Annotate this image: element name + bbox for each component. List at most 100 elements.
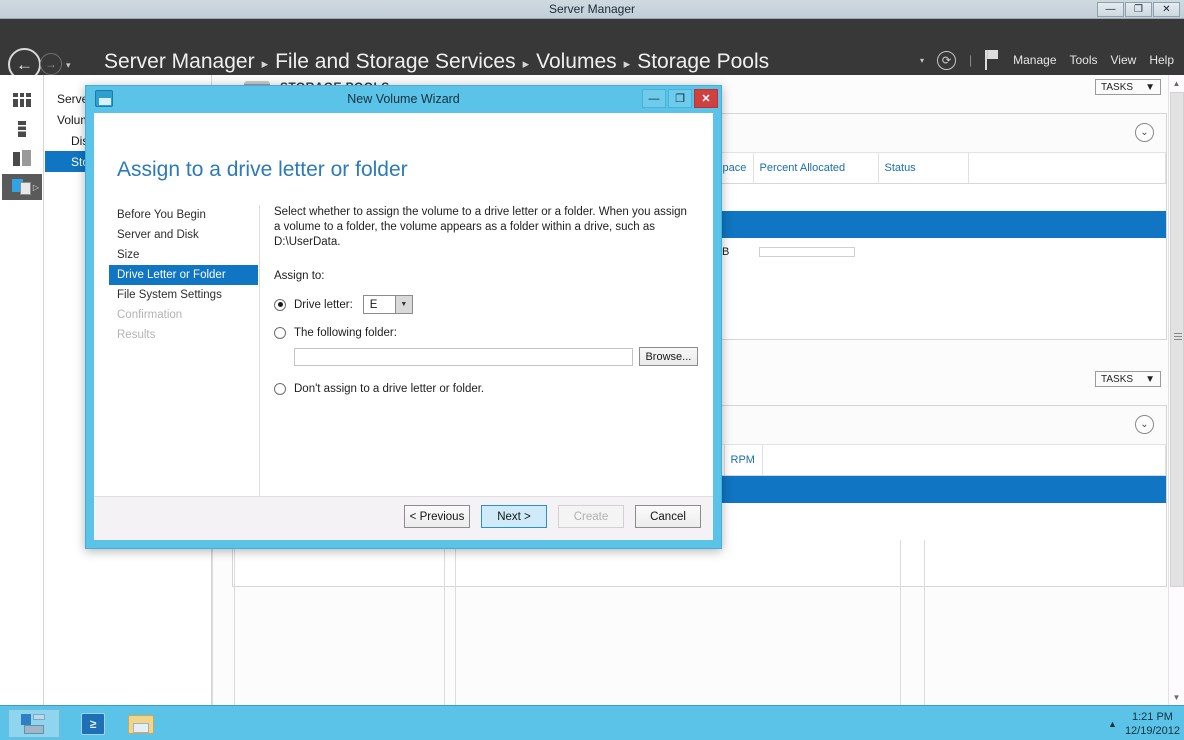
physical-disks-tasks-button[interactable]: TASKS ▼ [1095, 371, 1161, 387]
clock[interactable]: 1:21 PM 12/19/2012 [1125, 710, 1180, 738]
taskbar-file-explorer-button[interactable] [118, 709, 164, 738]
powershell-icon: ≥ [81, 712, 105, 735]
show-hidden-icons-icon[interactable]: ▲ [1108, 719, 1117, 729]
os-window-controls: — ❐ ✕ [1097, 2, 1180, 17]
cell-percent-allocated [753, 211, 878, 238]
chevron-down-icon[interactable]: ▾ [920, 56, 924, 65]
wizard-step-size[interactable]: Size [109, 245, 259, 265]
menu-manage[interactable]: Manage [1013, 53, 1056, 67]
col-status[interactable]: Status [878, 153, 969, 184]
wizard-step-label: Before You Begin [117, 209, 206, 221]
panel-divider [444, 540, 445, 705]
forward-arrow-icon[interactable]: → [40, 53, 62, 75]
wizard-step-drive-letter-or-folder[interactable]: Drive Letter or Folder [109, 265, 258, 285]
wizard-step-label: Size [117, 249, 140, 261]
panel-divider [900, 540, 901, 705]
wizard-description: Select whether to assign the volume to a… [274, 206, 687, 248]
chevron-down-icon[interactable]: ▾ [66, 60, 71, 71]
wizard-minimize-button[interactable]: — [642, 89, 666, 108]
taskbar-powershell-button[interactable]: ≥ [70, 709, 116, 738]
storage-icon [12, 179, 32, 195]
header-toolbar: ▾ ⟳ | Manage Tools View Help [920, 50, 1174, 70]
wizard-step-label: File System Settings [117, 289, 222, 301]
storage-pools-tasks-button[interactable]: TASKS ▼ [1095, 79, 1161, 95]
taskbar-server-manager-button[interactable] [8, 709, 60, 738]
folder-radio[interactable] [274, 327, 286, 339]
rail-item-local-server[interactable] [4, 116, 40, 142]
file-explorer-icon [128, 713, 154, 734]
col-spacer [762, 445, 1166, 476]
wizard-step-label: Confirmation [117, 309, 183, 321]
chevron-down-icon: ▼ [1145, 373, 1155, 385]
rail-item-file-and-storage-services[interactable]: ▷ [2, 174, 42, 200]
panel-divider [924, 540, 925, 705]
col-percent-allocated[interactable]: Percent Allocated [753, 153, 879, 184]
scrollbar-thumb[interactable] [1170, 92, 1184, 587]
new-volume-wizard-dialog: New Volume Wizard — ❐ ✕ Assign to a driv… [85, 85, 722, 549]
collapse-chevron-icon[interactable]: ⌄ [1135, 123, 1154, 142]
dashboard-icon [13, 93, 31, 107]
system-tray: ▲ 1:21 PM 12/19/2012 [1080, 708, 1180, 739]
cancel-button[interactable]: Cancel [635, 505, 701, 528]
wizard-step-label: Drive Letter or Folder [117, 269, 226, 281]
drive-letter-value: E [369, 298, 378, 311]
rail-item-dashboard[interactable] [4, 87, 40, 113]
expand-arrow-icon[interactable]: ▷ [33, 183, 39, 192]
refresh-icon[interactable]: ⟳ [937, 50, 956, 70]
wizard-close-button[interactable]: ✕ [694, 89, 718, 108]
folder-path-input[interactable] [294, 347, 633, 366]
drive-letter-select[interactable]: E ▼ [362, 295, 413, 314]
collapse-chevron-icon[interactable]: ⌄ [1135, 415, 1154, 434]
menu-view[interactable]: View [1111, 53, 1137, 67]
col-rpm[interactable]: RPM [724, 445, 763, 476]
clock-date: 12/19/2012 [1124, 724, 1180, 737]
scroll-down-icon[interactable]: ▼ [1169, 689, 1184, 705]
drive-letter-label: Drive letter: [294, 298, 353, 311]
breadcrumb-item-server-manager[interactable]: Server Manager [104, 50, 255, 74]
wizard-step-label: Results [117, 329, 156, 341]
menu-help[interactable]: Help [1149, 53, 1174, 67]
os-close-button[interactable]: ✕ [1153, 2, 1180, 17]
os-window-title: Server Manager [548, 2, 636, 16]
wizard-page-heading: Assign to a drive letter or folder [117, 158, 408, 181]
breadcrumb-separator-icon: ▸ [522, 56, 530, 71]
os-minimize-button[interactable]: — [1097, 2, 1124, 17]
no-assign-radio[interactable] [274, 383, 286, 395]
assign-to-label: Assign to: [274, 270, 325, 282]
rail-item-all-servers[interactable] [4, 145, 40, 171]
wizard-maximize-button[interactable]: ❐ [668, 89, 692, 108]
breadcrumb-item-file-and-storage-services[interactable]: File and Storage Services [275, 50, 515, 74]
folder-path-row: Browse... [294, 347, 698, 366]
menu-tools[interactable]: Tools [1070, 53, 1098, 67]
browse-button[interactable]: Browse... [638, 347, 698, 366]
server-icon [18, 121, 26, 137]
cell-spacer [762, 475, 1166, 503]
notifications-flag-icon[interactable] [985, 50, 1000, 70]
panel-divider [212, 540, 213, 705]
scroll-up-icon[interactable]: ▲ [1169, 75, 1184, 91]
folder-option-row[interactable]: The following folder: [274, 327, 698, 339]
create-button: Create [558, 505, 624, 528]
main-scrollbar[interactable]: ▲ ▼ [1168, 75, 1184, 705]
chevron-down-icon: ▼ [1145, 81, 1155, 93]
folder-label: The following folder: [294, 327, 397, 339]
os-window-titlebar: Server Manager — ❐ ✕ [0, 0, 1184, 19]
wizard-step-list: Before You Begin Server and Disk Size Dr… [109, 205, 260, 515]
no-assign-option-row[interactable]: Don't assign to a drive letter or folder… [274, 383, 698, 395]
wizard-step-file-system-settings[interactable]: File System Settings [109, 285, 259, 305]
tasks-label: TASKS [1101, 373, 1134, 385]
breadcrumb-item-storage-pools[interactable]: Storage Pools [637, 50, 769, 74]
drive-letter-option-row[interactable]: Drive letter: E ▼ [274, 295, 698, 314]
previous-button[interactable]: < Previous [404, 505, 470, 528]
wizard-step-label: Server and Disk [117, 229, 199, 241]
breadcrumb-item-volumes[interactable]: Volumes [536, 50, 617, 74]
col-spacer [968, 153, 1166, 184]
drive-letter-radio[interactable] [274, 298, 286, 311]
os-maximize-button[interactable]: ❐ [1125, 2, 1152, 17]
wizard-step-before-you-begin[interactable]: Before You Begin [109, 205, 259, 225]
server-manager-header: ← → ▾ Server Manager ▸ File and Storage … [0, 19, 1184, 81]
chevron-down-icon[interactable]: ▼ [394, 296, 412, 313]
wizard-footer: < Previous Next > Create Cancel [94, 496, 713, 540]
wizard-step-server-and-disk[interactable]: Server and Disk [109, 225, 259, 245]
next-button[interactable]: Next > [481, 505, 547, 528]
